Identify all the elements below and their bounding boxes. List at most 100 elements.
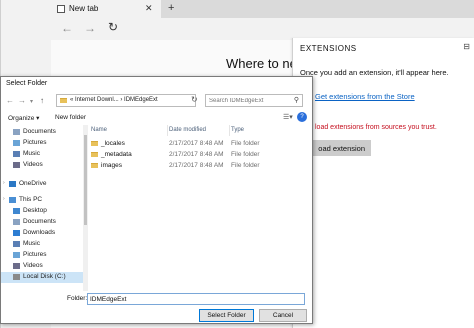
organize-button[interactable]: Organize ▾ [8,114,39,122]
pin-icon[interactable]: ⊟ [463,42,470,51]
back-arrow-icon[interactable]: ← [61,21,73,35]
forward-arrow-icon[interactable]: → [84,21,96,35]
pc-icon [9,197,16,203]
disk-icon [13,274,20,280]
forward-arrow-icon[interactable]: → [18,96,26,105]
page-icon [57,5,65,13]
sidebar-item-videos[interactable]: Videos [1,160,83,171]
sidebar-item-label: Music [23,240,40,247]
folder-name-input[interactable] [87,293,305,305]
refresh-icon[interactable]: ↻ [108,20,118,34]
sidebar-item-label: Documents [23,128,56,135]
sidebar-item-label: Pictures [23,251,47,258]
sidebar-item-documents[interactable]: Documents [1,217,83,228]
pictures-icon [13,252,20,258]
up-arrow-icon[interactable]: ↑ [40,96,44,105]
folder-icon [91,141,98,146]
view-options-icon[interactable]: ☰▾ [283,113,293,121]
sidebar-item-documents[interactable]: Documents [1,127,83,138]
file-type: File folder [231,140,260,147]
extensions-title: EXTENSIONS [300,44,357,53]
sidebar-item-desktop[interactable]: Desktop [1,206,83,217]
select-folder-button[interactable]: Select Folder [199,309,254,322]
file-list: Name Date modified Type _locales 2/17/201… [89,125,312,291]
breadcrumb[interactable]: « Internet Downl... › IDMEdgeExt [56,94,196,107]
column-header-date[interactable]: Date modified [169,127,206,133]
column-header-type[interactable]: Type [231,127,244,133]
scrollbar-thumb[interactable] [84,135,87,225]
extensions-empty-message: Once you add an extension, it'll appear … [300,68,449,77]
dialog-toolbar: Organize ▾ New folder ☰▾ ? [1,111,312,125]
tab-title: New tab [69,4,99,13]
sidebar-item-pictures[interactable]: Pictures [1,250,83,261]
navigation-pane: Documents Pictures Music Videos › OneDrive › Th… [1,125,83,291]
sidebar-item-label: Videos [23,161,43,168]
videos-icon [13,162,20,168]
tab-close-icon[interactable]: ✕ [145,3,153,14]
new-folder-button[interactable]: New folder [55,114,86,121]
file-name: _metadata [101,151,132,158]
file-date: 2/17/2017 8:48 AM [169,162,224,169]
extensions-warning: load extensions from sources you trust. [315,124,437,131]
sidebar-item-music[interactable]: Music [1,149,83,160]
file-type: File folder [231,162,260,169]
search-icon: ⚲ [293,97,299,104]
sidebar-item-pictures[interactable]: Pictures [1,138,83,149]
music-icon [13,151,20,157]
pictures-icon [13,140,20,146]
table-row[interactable]: _locales 2/17/2017 8:48 AM File folder [89,139,312,150]
sidebar-item-label: Videos [23,262,43,269]
column-divider[interactable] [229,125,230,136]
sidebar-item-videos[interactable]: Videos [1,261,83,272]
sidebar-item-label: Music [23,150,40,157]
sidebar-item-label: This PC [19,196,43,203]
column-header-name[interactable]: Name [91,127,107,133]
nav-pane-scrollbar[interactable] [83,125,88,291]
address-bar: ← → ▾ ↑ « Internet Downl... › IDMEdgeExt… [1,92,312,110]
search-input[interactable] [209,96,291,106]
downloads-icon [13,230,20,236]
tab-new-tab[interactable]: New tab ✕ [51,0,161,18]
folder-icon [91,163,98,168]
file-name: _locales [101,140,125,147]
file-date: 2/17/2017 8:48 AM [169,140,224,147]
file-name: images [101,162,122,169]
breadcrumb-path: « Internet Downl... › IDMEdgeExt [70,97,158,103]
column-divider[interactable] [167,125,168,136]
sidebar-item-label: OneDrive [19,180,47,187]
navigation-bar: ← → ↻ [51,18,474,40]
get-extensions-link[interactable]: Get extensions from the Store [315,92,415,101]
expand-chevron-icon[interactable]: › [3,196,5,202]
dialog-title: Select Folder [6,80,48,87]
sidebar-item-local-disk-c[interactable]: Local Disk (C:) [1,272,83,283]
sidebar-item-downloads[interactable]: Downloads [1,228,83,239]
new-tab-plus-icon[interactable]: + [168,2,174,14]
sidebar-item-label: Pictures [23,139,47,146]
help-icon[interactable]: ? [297,112,307,122]
music-icon [13,241,20,247]
tab-strip: New tab ✕ + [51,0,474,18]
select-folder-dialog: Select Folder ← → ▾ ↑ « Internet Downl..… [0,76,313,324]
expand-chevron-icon[interactable]: › [3,180,5,186]
sidebar-item-this-pc[interactable]: › This PC [1,195,83,206]
table-row[interactable]: _metadata 2/17/2017 8:48 AM File folder [89,150,312,161]
sidebar-item-label: Desktop [23,207,47,214]
chevron-down-icon[interactable]: ▾ [30,98,33,105]
file-type: File folder [231,151,260,158]
cancel-button[interactable]: Cancel [259,309,307,322]
load-extension-button[interactable]: oad extension [305,140,371,156]
sidebar-item-onedrive[interactable]: › OneDrive [1,179,83,190]
refresh-icon[interactable]: ↻ [191,95,198,104]
search-box[interactable]: ⚲ [205,94,303,107]
sidebar-item-music[interactable]: Music [1,239,83,250]
back-arrow-icon[interactable]: ← [6,96,14,105]
desktop-icon [13,208,20,214]
documents-icon [13,219,20,225]
extensions-panel: EXTENSIONS ⊟ Once you add an extension, … [292,38,474,328]
table-row[interactable]: images 2/17/2017 8:48 AM File folder [89,161,312,172]
sidebar-item-label: Documents [23,218,56,225]
onedrive-icon [9,181,16,187]
folder-label: Folder: [67,295,88,302]
sidebar-item-label: Local Disk (C:) [23,273,66,280]
sidebar-item-label: Downloads [23,229,56,236]
